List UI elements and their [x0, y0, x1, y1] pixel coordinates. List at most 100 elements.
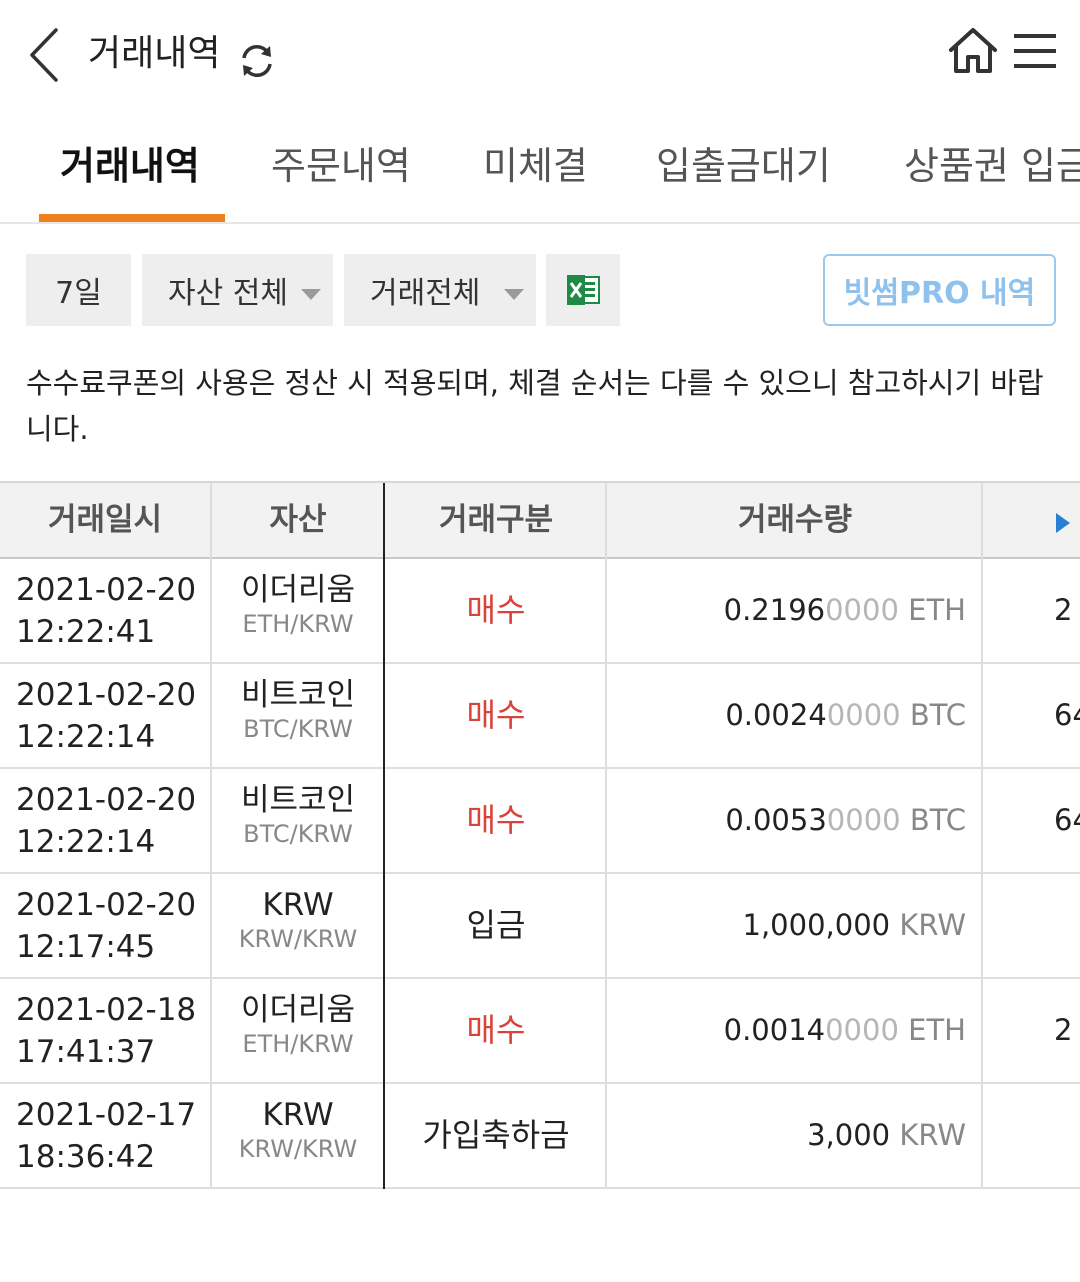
app-header: 거래내역: [0, 0, 1080, 110]
trade-quantity: 3,000 KRW: [608, 1084, 966, 1187]
trade-price-truncated: 2: [1054, 1013, 1073, 1047]
column-divider: [210, 874, 212, 977]
asset-filter-label: 자산 전체: [168, 276, 288, 311]
table-row[interactable]: 2021-02-20 12:22:14 비트코인 BTC/KRW 매수 0.0053000…: [0, 769, 1080, 874]
trade-quantity: 0.00530000 BTC: [608, 769, 966, 872]
trade-type: 가입축하금: [422, 1116, 570, 1154]
chevron-down-icon: [301, 289, 321, 300]
column-divider: [605, 483, 607, 559]
tab-trade-history[interactable]: 거래내역: [60, 120, 200, 222]
column-header-trade-type: 거래구분: [438, 502, 554, 538]
table-row[interactable]: 2021-02-18 17:41:37 이더리움 ETH/KRW 매수 0.0014000…: [0, 979, 1080, 1084]
asset-name: 비트코인: [240, 677, 356, 713]
asset-filter-dropdown[interactable]: 자산 전체: [142, 254, 333, 326]
asset-name: 이더리움: [240, 992, 356, 1028]
trade-datetime: 2021-02-20 12:22:41: [16, 569, 196, 672]
quantity-trailing-zeros: 0000: [825, 593, 899, 627]
trade-time: 12:17:45: [16, 929, 156, 965]
asset-name: 비트코인: [240, 782, 356, 818]
period-filter-button[interactable]: 7일: [26, 254, 131, 326]
trade-asset: 이더리움 ETH/KRW: [212, 571, 384, 674]
fee-coupon-notice: 수수료쿠폰의 사용은 정산 시 적용되며, 체결 순서는 다를 수 있으니 참고…: [26, 366, 1044, 446]
excel-export-button[interactable]: [546, 254, 620, 326]
trade-datetime: 2021-02-17 18:36:42: [16, 1094, 196, 1197]
trade-date: 2021-02-20: [16, 677, 197, 713]
chevron-left-icon: [30, 28, 58, 82]
excel-icon: [567, 275, 600, 305]
table-header: 거래일시 자산 거래구분 거래수량: [0, 481, 1080, 559]
asset-pair: ETH/KRW: [242, 1030, 354, 1058]
trade-time: 12:22:14: [16, 824, 156, 860]
trade-price-truncated: 64: [1054, 698, 1080, 732]
trade-date: 2021-02-18: [16, 992, 197, 1028]
column-divider: [383, 664, 385, 769]
asset-name: KRW: [262, 1097, 334, 1133]
trade-type-filter-dropdown[interactable]: 거래전체: [344, 254, 536, 326]
column-divider: [605, 979, 607, 1082]
table-row[interactable]: 2021-02-20 12:22:41 이더리움 ETH/KRW 매수 0.2196000…: [0, 559, 1080, 664]
trade-type: 매수: [466, 801, 526, 839]
quantity-value: 3,000: [807, 1118, 891, 1152]
column-divider: [383, 483, 385, 559]
quantity-unit: ETH: [908, 593, 966, 627]
trade-quantity: 0.00140000 ETH: [608, 979, 966, 1082]
quantity-trailing-zeros: 0000: [826, 803, 901, 837]
trade-time: 12:22:41: [16, 614, 156, 650]
back-button[interactable]: [18, 22, 68, 88]
trade-quantity: 0.00240000 BTC: [608, 664, 966, 767]
refresh-button[interactable]: [236, 40, 278, 82]
trade-price-truncated: [984, 1084, 1080, 1187]
table-row[interactable]: 2021-02-20 12:22:14 비트코인 BTC/KRW 매수 0.0024000…: [0, 664, 1080, 769]
trade-quantity: 0.21960000 ETH: [608, 559, 966, 662]
trade-type-filter-label: 거래전체: [370, 276, 481, 311]
column-divider: [981, 664, 983, 767]
home-button[interactable]: [946, 24, 1000, 78]
trade-asset: 이더리움 ETH/KRW: [212, 991, 384, 1094]
column-divider: [210, 1084, 212, 1187]
trade-datetime: 2021-02-20 12:22:14: [16, 779, 196, 882]
trade-date: 2021-02-20: [16, 572, 197, 608]
table-row[interactable]: 2021-02-20 12:17:45 KRW KRW/KRW 입금 1,000,000 …: [0, 874, 1080, 979]
column-divider: [383, 979, 385, 1084]
quantity-trailing-zeros: 0000: [825, 1013, 899, 1047]
asset-name: KRW: [262, 887, 334, 923]
column-divider: [210, 769, 212, 872]
quantity-value: 0.0024: [725, 698, 827, 732]
trade-datetime: 2021-02-20 12:17:45: [16, 884, 196, 987]
page-title: 거래내역: [88, 33, 221, 74]
asset-pair: KRW/KRW: [238, 925, 358, 953]
menu-button[interactable]: [1010, 28, 1060, 74]
tab-order-history[interactable]: 주문내역: [271, 120, 411, 222]
column-divider: [605, 664, 607, 767]
tab-deposit-withdraw-pending[interactable]: 입출금대기: [656, 120, 831, 222]
asset-pair: BTC/KRW: [243, 715, 353, 743]
trade-time: 18:36:42: [16, 1139, 156, 1175]
hamburger-menu-icon: [1014, 34, 1056, 68]
trade-price-truncated: 2: [1054, 593, 1073, 627]
column-divider: [981, 559, 983, 662]
tab-gift-card-deposit[interactable]: 상품권 입금: [904, 120, 1080, 222]
table-row[interactable]: 2021-02-17 18:36:42 KRW KRW/KRW 가입축하금 3,000 K…: [0, 1084, 1080, 1189]
quantity-trailing-zeros: 0000: [826, 698, 901, 732]
tab-unfilled[interactable]: 미체결: [483, 120, 588, 222]
column-divider: [210, 664, 212, 767]
active-tab-indicator: [39, 214, 225, 222]
refresh-icon: [242, 45, 272, 77]
quantity-value: 0.2196: [723, 593, 826, 627]
watermark-signature: [949, 1204, 1064, 1271]
column-divider: [605, 874, 607, 977]
trade-datetime: 2021-02-20 12:22:14: [16, 674, 196, 777]
bithumb-pro-history-button[interactable]: 빗썸PRO 내역: [823, 254, 1056, 326]
column-divider: [383, 874, 385, 979]
column-header-datetime: 거래일시: [47, 502, 163, 538]
column-divider: [605, 769, 607, 872]
column-divider: [210, 483, 212, 559]
trade-asset: 비트코인 BTC/KRW: [212, 676, 384, 779]
asset-pair: ETH/KRW: [242, 610, 354, 638]
trade-date: 2021-02-20: [16, 782, 197, 818]
trade-time: 12:22:14: [16, 719, 156, 755]
column-divider: [210, 559, 212, 662]
column-divider: [981, 483, 983, 559]
column-divider: [210, 979, 212, 1082]
triangle-right-icon[interactable]: [1056, 513, 1070, 533]
